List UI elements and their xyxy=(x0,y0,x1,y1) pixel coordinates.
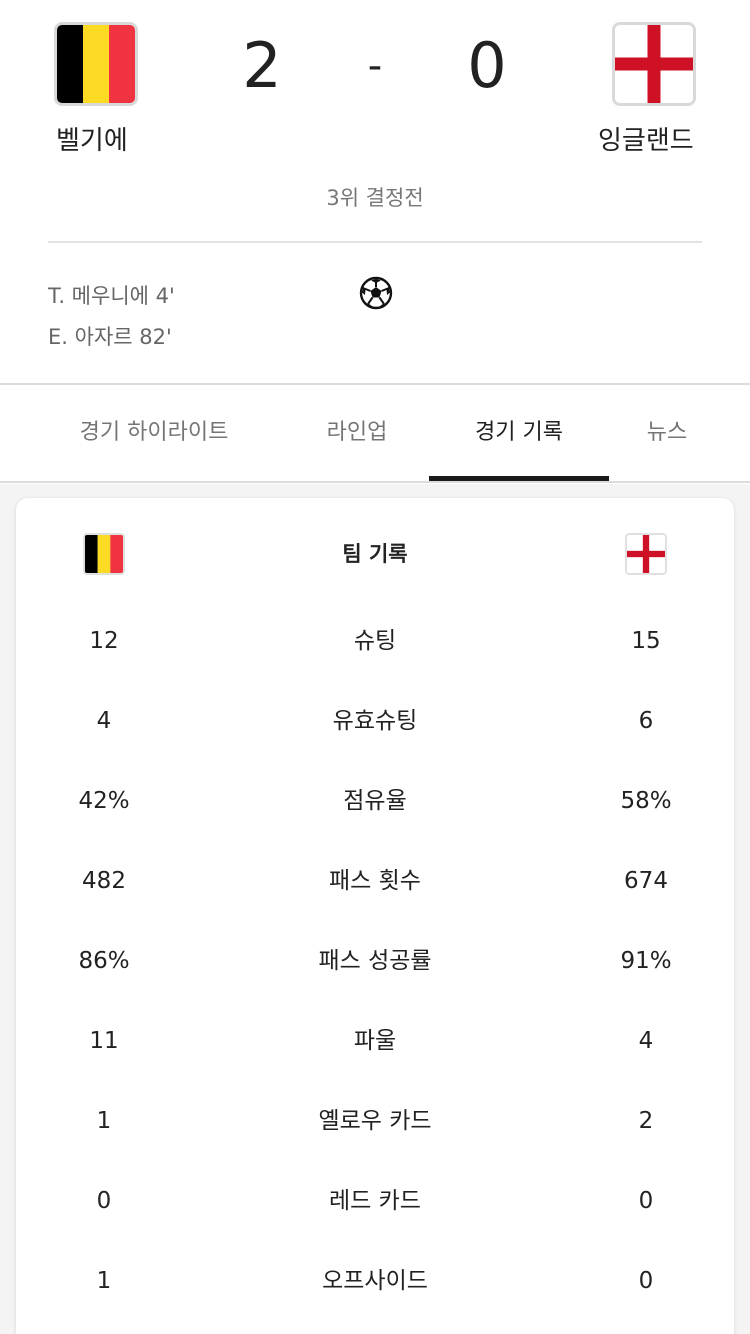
home-stat-value: 1 xyxy=(96,1268,112,1294)
stat-label: 점유율 xyxy=(343,788,407,814)
away-score: 0 xyxy=(467,29,507,102)
belgium-flag-icon[interactable] xyxy=(54,22,138,106)
section-divider xyxy=(0,383,750,385)
home-stat-value: 0 xyxy=(96,1188,112,1214)
home-stat-value: 12 xyxy=(89,628,119,654)
away-stat-value: 0 xyxy=(638,1188,654,1214)
away-stat-value: 6 xyxy=(638,708,654,734)
home-stat-value: 42% xyxy=(78,788,130,814)
tab-match-stats[interactable]: 경기 기록 xyxy=(429,386,609,480)
home-team-name[interactable]: 벨기에 xyxy=(56,120,128,157)
stat-row-fouls: 11 파울 4 xyxy=(0,1021,750,1061)
tab-lineup[interactable]: 라인업 xyxy=(282,386,432,480)
stat-row-offsides: 1 오프사이드 0 xyxy=(0,1261,750,1301)
away-stat-value: 4 xyxy=(638,1028,654,1054)
score-separator: - xyxy=(367,43,383,89)
stat-row-pass-accuracy: 86% 패스 성공률 91% xyxy=(0,941,750,981)
away-stat-value: 91% xyxy=(620,948,672,974)
away-stat-value: 58% xyxy=(620,788,672,814)
england-flag-icon[interactable] xyxy=(612,22,696,106)
stat-label: 레드 카드 xyxy=(329,1188,421,1214)
stat-row-yellow-cards: 1 옐로우 카드 2 xyxy=(0,1101,750,1141)
match-detail-page: 벨기에 2 - 0 잉글랜드 3위 결정전 T. 메우니에 4' E. 아자르 … xyxy=(0,0,750,1334)
stat-row-shots: 12 슈팅 15 xyxy=(0,621,750,661)
england-flag-icon xyxy=(625,533,667,575)
stat-row-red-cards: 0 레드 카드 0 xyxy=(0,1181,750,1221)
stat-row-passes: 482 패스 횟수 674 xyxy=(0,861,750,901)
stat-label: 슈팅 xyxy=(353,628,397,654)
away-stat-value: 0 xyxy=(638,1268,654,1294)
stat-label: 파울 xyxy=(353,1028,397,1054)
scorer-item: T. 메우니에 4' xyxy=(48,284,175,308)
stat-label: 옐로우 카드 xyxy=(318,1108,432,1134)
stat-row-shots-on-target: 4 유효슈팅 6 xyxy=(0,701,750,741)
stat-label: 패스 횟수 xyxy=(329,868,421,894)
home-stat-value: 11 xyxy=(89,1028,119,1054)
away-stat-value: 674 xyxy=(624,868,668,894)
home-stat-value: 1 xyxy=(96,1108,112,1134)
stat-label: 오프사이드 xyxy=(322,1268,428,1294)
tab-highlights[interactable]: 경기 하이라이트 xyxy=(54,386,254,480)
match-stage-label: 3위 결정전 xyxy=(326,186,424,210)
stat-label: 패스 성공률 xyxy=(318,948,432,974)
stat-label: 유효슈팅 xyxy=(332,708,418,734)
tab-news[interactable]: 뉴스 xyxy=(627,386,707,480)
scorer-item: E. 아자르 82' xyxy=(48,325,172,349)
home-stat-value: 482 xyxy=(82,868,126,894)
soccer-ball-icon xyxy=(359,276,393,310)
away-stat-value: 15 xyxy=(631,628,661,654)
header-divider xyxy=(48,241,702,243)
home-stat-value: 86% xyxy=(78,948,130,974)
tabs-divider xyxy=(0,481,750,483)
home-stat-value: 4 xyxy=(96,708,112,734)
away-team-name[interactable]: 잉글랜드 xyxy=(598,120,694,157)
stat-row-possession: 42% 점유율 58% xyxy=(0,781,750,821)
home-score: 2 xyxy=(242,29,282,102)
away-stat-value: 2 xyxy=(638,1108,654,1134)
